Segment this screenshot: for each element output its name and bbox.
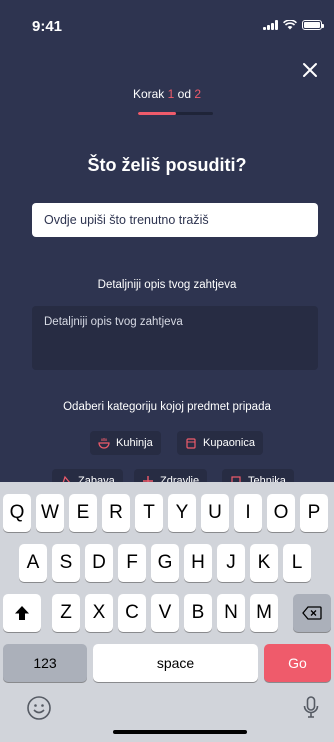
step-indicator: Korak 1 od 2: [0, 87, 334, 101]
key-p[interactable]: P: [300, 494, 328, 532]
category-chip-kupaonica[interactable]: Kupaonica: [177, 431, 263, 455]
key-f[interactable]: F: [118, 544, 146, 582]
status-time: 9:41: [32, 18, 63, 35]
microphone-icon[interactable]: [303, 695, 319, 721]
page-title: Što želiš posuditi?: [87, 155, 247, 175]
keyboard: Q W E R T Y U I O P A S D F G H J K L Z …: [0, 482, 334, 742]
key-h[interactable]: H: [184, 544, 212, 582]
key-r[interactable]: R: [102, 494, 130, 532]
key-j[interactable]: J: [217, 544, 245, 582]
close-icon[interactable]: [300, 60, 320, 80]
category-label: Kuhinja: [116, 437, 153, 449]
key-v[interactable]: V: [151, 594, 179, 632]
categories-label: Odaberi kategoriju kojoj predmet pripada: [63, 401, 271, 413]
wifi-icon: [283, 20, 297, 30]
step-prefix: Korak: [132, 87, 165, 101]
space-key[interactable]: space: [93, 644, 258, 682]
details-label: Detaljniji opis tvog zahtjeva: [97, 279, 237, 291]
towel-icon: [186, 438, 196, 449]
numbers-key[interactable]: 123: [3, 644, 87, 682]
backspace-key[interactable]: [293, 594, 331, 632]
key-d[interactable]: D: [85, 544, 113, 582]
key-m[interactable]: M: [250, 594, 278, 632]
details-textarea[interactable]: [32, 306, 318, 370]
key-u[interactable]: U: [201, 494, 229, 532]
search-input[interactable]: [32, 203, 318, 237]
key-k[interactable]: K: [250, 544, 278, 582]
key-t[interactable]: T: [135, 494, 163, 532]
shift-key[interactable]: [3, 594, 41, 632]
key-i[interactable]: I: [234, 494, 262, 532]
step-current: 1: [167, 87, 175, 101]
battery-icon: [302, 20, 324, 30]
signal-icon: [263, 20, 278, 30]
step-middle: od: [177, 87, 192, 101]
bowl-icon: [98, 438, 110, 449]
status-icons: [263, 20, 324, 30]
key-b[interactable]: B: [184, 594, 212, 632]
step-total: 2: [194, 87, 202, 101]
emoji-icon[interactable]: [26, 695, 52, 721]
key-x[interactable]: X: [85, 594, 113, 632]
key-a[interactable]: A: [19, 544, 47, 582]
key-n[interactable]: N: [217, 594, 245, 632]
key-c[interactable]: C: [118, 594, 146, 632]
key-q[interactable]: Q: [3, 494, 31, 532]
key-s[interactable]: S: [52, 544, 80, 582]
key-g[interactable]: G: [151, 544, 179, 582]
step-progress-bar: [138, 112, 213, 115]
key-z[interactable]: Z: [52, 594, 80, 632]
key-e[interactable]: E: [69, 494, 97, 532]
key-y[interactable]: Y: [168, 494, 196, 532]
key-l[interactable]: L: [283, 544, 311, 582]
go-key[interactable]: Go: [264, 644, 331, 682]
category-label: Kupaonica: [203, 437, 255, 449]
key-w[interactable]: W: [36, 494, 64, 532]
key-o[interactable]: O: [267, 494, 295, 532]
step-progress-fill: [138, 112, 176, 115]
backspace-icon: [302, 606, 322, 620]
category-chip-kuhinja[interactable]: Kuhinja: [90, 431, 161, 455]
home-indicator: [113, 730, 247, 734]
shift-arrow-icon: [15, 606, 29, 620]
